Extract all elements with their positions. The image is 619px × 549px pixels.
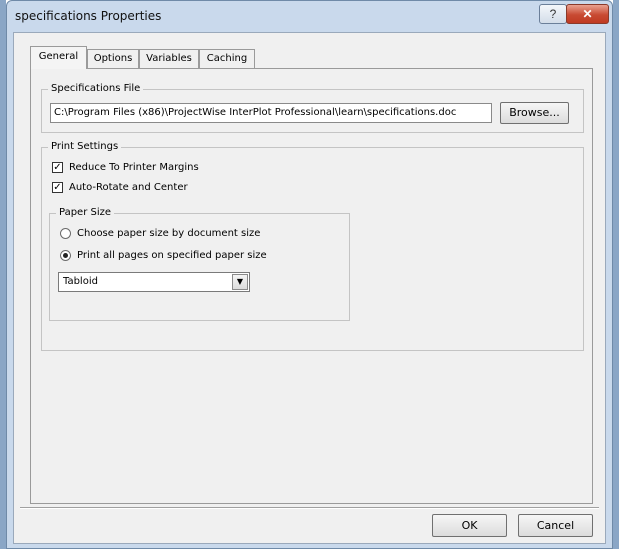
footer-separator: [20, 507, 599, 509]
paper-size-value: Tabloid: [63, 276, 98, 287]
paper-by-document-label: Choose paper size by document size: [77, 228, 261, 239]
tab-variables[interactable]: Variables: [139, 49, 199, 68]
reduce-margins-label: Reduce To Printer Margins: [69, 162, 199, 173]
reduce-margins-checkbox[interactable]: ✓ Reduce To Printer Margins: [52, 162, 199, 173]
help-button[interactable]: ?: [539, 4, 567, 24]
close-button[interactable]: ✕: [566, 4, 609, 24]
radio-unselected-icon: [60, 228, 71, 239]
auto-rotate-checkbox[interactable]: ✓ Auto-Rotate and Center: [52, 182, 188, 193]
close-icon: ✕: [582, 7, 593, 21]
dialog-client-area: General Options Variables Caching Specif…: [13, 32, 606, 544]
paper-size-group: Paper Size Choose paper size by document…: [49, 206, 350, 321]
specifications-path-field[interactable]: C:\Program Files (x86)\ProjectWise Inter…: [50, 103, 492, 123]
browse-button[interactable]: Browse...: [500, 102, 569, 124]
tab-general[interactable]: General: [30, 46, 87, 69]
paper-specified-radio[interactable]: Print all pages on specified paper size: [60, 250, 267, 261]
chevron-down-icon[interactable]: ▼: [232, 274, 248, 290]
tab-caching[interactable]: Caching: [199, 49, 255, 68]
auto-rotate-label: Auto-Rotate and Center: [69, 182, 188, 193]
specifications-file-legend: Specifications File: [48, 82, 144, 96]
ok-button[interactable]: OK: [432, 514, 507, 537]
general-tab-panel: Specifications File C:\Program Files (x8…: [30, 68, 593, 504]
radio-selected-icon: [60, 250, 71, 261]
print-settings-legend: Print Settings: [48, 140, 122, 154]
help-icon: ?: [549, 7, 557, 21]
paper-size-legend: Paper Size: [56, 206, 115, 220]
background-right: [613, 0, 619, 549]
title-bar[interactable]: specifications Properties ? ✕: [7, 1, 612, 31]
paper-by-document-radio[interactable]: Choose paper size by document size: [60, 228, 260, 239]
print-settings-group: Print Settings ✓ Reduce To Printer Margi…: [41, 140, 584, 351]
window-title: specifications Properties: [15, 9, 162, 23]
tab-options[interactable]: Options: [87, 49, 139, 68]
properties-dialog: specifications Properties ? ✕ General Op…: [6, 0, 613, 549]
paper-specified-label: Print all pages on specified paper size: [77, 250, 267, 261]
auto-rotate-check-icon: ✓: [52, 182, 63, 193]
paper-size-dropdown[interactable]: Tabloid ▼: [58, 272, 250, 292]
cancel-button[interactable]: Cancel: [518, 514, 593, 537]
specifications-file-group: Specifications File C:\Program Files (x8…: [41, 82, 584, 133]
reduce-margins-check-icon: ✓: [52, 162, 63, 173]
